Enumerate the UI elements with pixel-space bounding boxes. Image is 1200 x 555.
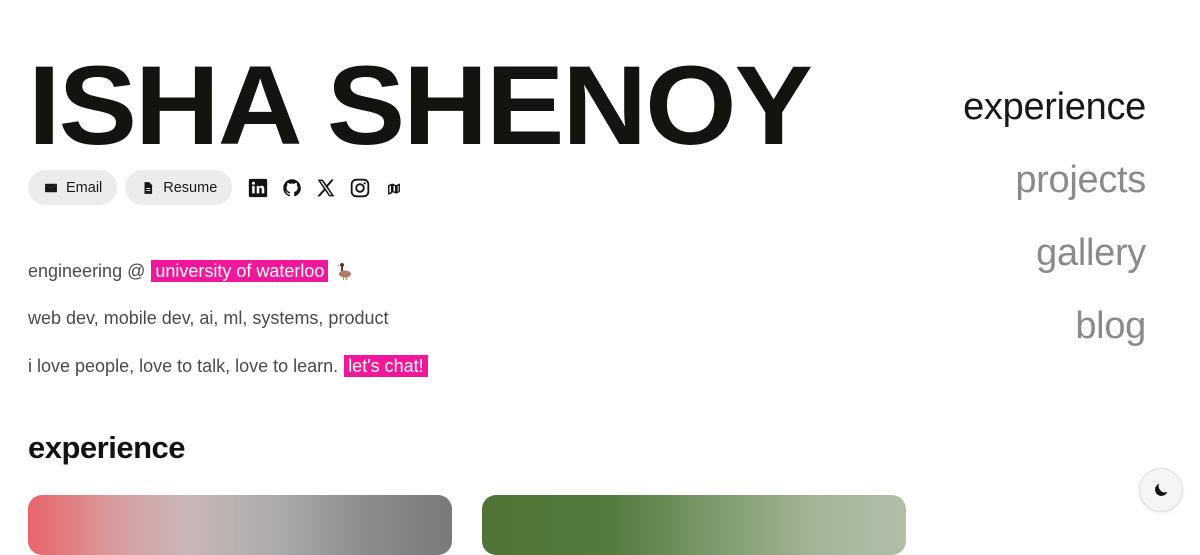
nav-item-experience[interactable]: experience [963, 85, 1146, 129]
x-icon[interactable] [316, 178, 336, 198]
experience-section-title: experience [28, 430, 186, 465]
nav-item-blog[interactable]: blog [963, 304, 1146, 348]
github-icon[interactable] [282, 178, 302, 198]
linkedin-icon[interactable] [248, 178, 268, 198]
intro-line-chat: i love people, love to talk, love to lea… [28, 355, 428, 377]
experience-card[interactable] [28, 495, 452, 555]
email-button[interactable]: Email [28, 170, 118, 205]
intro-interests-text: web dev, mobile dev, ai, ml, systems, pr… [28, 308, 389, 328]
resume-button[interactable]: Resume [125, 170, 233, 205]
experience-card[interactable] [482, 495, 906, 555]
intro-chat-text: i love people, love to talk, love to lea… [28, 355, 339, 376]
social-links [248, 178, 404, 198]
document-icon [144, 181, 153, 194]
goose-icon [336, 263, 352, 280]
side-nav: experience projects gallery blog [963, 85, 1146, 377]
theme-toggle-button[interactable] [1139, 468, 1183, 512]
nav-item-projects[interactable]: projects [963, 158, 1146, 202]
intro-education-text: engineering @ [28, 260, 146, 281]
resume-button-label: Resume [163, 179, 218, 196]
goodreads-icon[interactable] [384, 178, 404, 198]
page-title: ISHA SHENOY [28, 43, 813, 168]
university-highlight: university of waterloo [151, 260, 329, 282]
lets-chat-link[interactable]: let's chat! [344, 355, 428, 377]
instagram-icon[interactable] [350, 178, 370, 198]
moon-icon [1155, 483, 1168, 496]
mail-icon [45, 183, 57, 192]
intro-line-education: engineering @ university of waterloo [28, 260, 352, 282]
intro-line-interests: web dev, mobile dev, ai, ml, systems, pr… [28, 308, 388, 329]
email-button-label: Email [66, 179, 103, 196]
contact-row: Email Resume [28, 170, 404, 205]
nav-item-gallery[interactable]: gallery [963, 231, 1146, 275]
